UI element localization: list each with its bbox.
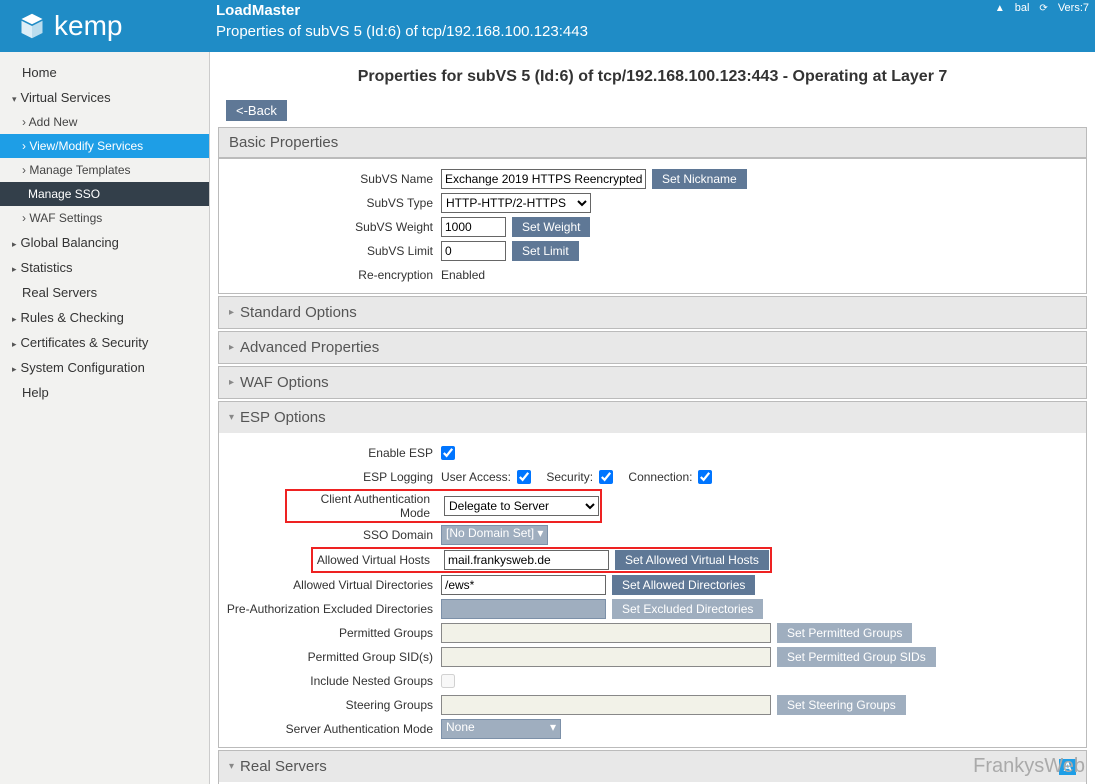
subvs-limit-input[interactable] bbox=[441, 241, 506, 261]
include-nested-groups-label: Include Nested Groups bbox=[223, 674, 441, 688]
sidebar-item-virtual-services[interactable]: Virtual Services bbox=[0, 85, 209, 110]
sidebar-item-home[interactable]: Home bbox=[0, 60, 209, 85]
kemp-logo-icon bbox=[18, 12, 46, 40]
reencryption-label: Re-encryption bbox=[223, 268, 441, 282]
enable-esp-label: Enable ESP bbox=[223, 446, 441, 460]
set-permitted-group-sids-button[interactable]: Set Permitted Group SIDs bbox=[777, 647, 936, 667]
set-excluded-dirs-button[interactable]: Set Excluded Directories bbox=[612, 599, 763, 619]
user-name: bal bbox=[1015, 2, 1030, 14]
set-permitted-groups-button[interactable]: Set Permitted Groups bbox=[777, 623, 912, 643]
sidebar-item-help[interactable]: Help bbox=[0, 380, 209, 405]
watermark: FrankysWeb bbox=[973, 755, 1085, 778]
chevron-right-icon: ▸ bbox=[229, 342, 234, 353]
enable-esp-checkbox[interactable] bbox=[441, 446, 455, 460]
sso-domain-label: SSO Domain bbox=[223, 528, 441, 542]
section-waf-header[interactable]: ▸WAF Options bbox=[218, 366, 1087, 399]
user-access-checkbox[interactable] bbox=[517, 470, 531, 484]
section-real-servers-header[interactable]: ▾Real Servers A bbox=[218, 750, 1087, 782]
set-steering-groups-button[interactable]: Set Steering Groups bbox=[777, 695, 906, 715]
subvs-name-input[interactable] bbox=[441, 169, 646, 189]
subvs-type-select[interactable]: HTTP-HTTP/2-HTTPS bbox=[441, 193, 591, 213]
sidebar-item-waf-settings[interactable]: WAF Settings bbox=[0, 206, 209, 230]
allowed-virtual-hosts-input[interactable] bbox=[444, 550, 609, 570]
sidebar-item-global-balancing[interactable]: Global Balancing bbox=[0, 230, 209, 255]
page-title: Properties for subVS 5 (Id:6) of tcp/192… bbox=[210, 68, 1095, 86]
permitted-groups-textarea[interactable] bbox=[441, 623, 771, 643]
client-auth-mode-label: Client Authentication Mode bbox=[288, 492, 438, 520]
sidebar-item-statistics[interactable]: Statistics bbox=[0, 255, 209, 280]
chevron-right-icon: ▸ bbox=[229, 307, 234, 318]
section-basic-header: Basic Properties bbox=[219, 128, 1086, 158]
section-esp-header[interactable]: ▾ESP Options bbox=[218, 401, 1087, 433]
sidebar-item-manage-sso[interactable]: Manage SSO bbox=[0, 182, 209, 206]
allowed-virtual-hosts-label: Allowed Virtual Hosts bbox=[314, 553, 438, 567]
chevron-down-icon: ▾ bbox=[229, 412, 234, 423]
sidebar: Home Virtual Services Add New View/Modif… bbox=[0, 52, 210, 784]
version-label: Vers:7 bbox=[1058, 2, 1089, 14]
connection-checkbox[interactable] bbox=[698, 470, 712, 484]
sidebar-item-add-new[interactable]: Add New bbox=[0, 110, 209, 134]
sidebar-item-certs-security[interactable]: Certificates & Security bbox=[0, 330, 209, 355]
brand-text: kemp bbox=[54, 10, 122, 42]
back-button[interactable]: <-Back bbox=[226, 100, 287, 121]
security-checkbox[interactable] bbox=[599, 470, 613, 484]
chevron-down-icon: ▾ bbox=[229, 761, 234, 772]
set-weight-button[interactable]: Set Weight bbox=[512, 217, 590, 237]
section-standard-header[interactable]: ▸Standard Options bbox=[218, 296, 1087, 329]
sidebar-item-manage-templates[interactable]: Manage Templates bbox=[0, 158, 209, 182]
sso-domain-select[interactable]: [No Domain Set] ▾ bbox=[441, 525, 548, 545]
preauth-excluded-dirs-input[interactable] bbox=[441, 599, 606, 619]
allowed-virtual-dirs-input[interactable] bbox=[441, 575, 606, 595]
allowed-virtual-dirs-label: Allowed Virtual Directories bbox=[223, 578, 441, 592]
permitted-group-sids-label: Permitted Group SID(s) bbox=[223, 650, 441, 664]
set-allowed-virtual-hosts-button[interactable]: Set Allowed Virtual Hosts bbox=[615, 550, 769, 570]
include-nested-groups-checkbox[interactable] bbox=[441, 674, 455, 688]
sidebar-item-rules-checking[interactable]: Rules & Checking bbox=[0, 305, 209, 330]
user-icon: ▲ bbox=[995, 3, 1005, 14]
security-label: Security: bbox=[546, 470, 593, 484]
set-limit-button[interactable]: Set Limit bbox=[512, 241, 579, 261]
subvs-weight-input[interactable] bbox=[441, 217, 506, 237]
set-nickname-button[interactable]: Set Nickname bbox=[652, 169, 747, 189]
esp-logging-label: ESP Logging bbox=[223, 470, 441, 484]
link-icon: ⟳ bbox=[1039, 3, 1047, 14]
subvs-type-label: SubVS Type bbox=[223, 196, 441, 210]
breadcrumb: Properties of subVS 5 (Id:6) of tcp/192.… bbox=[210, 23, 1095, 40]
reencryption-value: Enabled bbox=[441, 268, 485, 282]
sidebar-item-real-servers[interactable]: Real Servers bbox=[0, 280, 209, 305]
server-auth-mode-label: Server Authentication Mode bbox=[223, 722, 441, 736]
subvs-name-label: SubVS Name bbox=[223, 172, 441, 186]
permitted-groups-label: Permitted Groups bbox=[223, 626, 441, 640]
set-allowed-dirs-button[interactable]: Set Allowed Directories bbox=[612, 575, 755, 595]
subvs-limit-label: SubVS Limit bbox=[223, 244, 441, 258]
subvs-weight-label: SubVS Weight bbox=[223, 220, 441, 234]
sidebar-item-view-modify[interactable]: View/Modify Services bbox=[0, 134, 209, 158]
server-auth-mode-select[interactable]: None▾ bbox=[441, 719, 561, 739]
preauth-excluded-dirs-label: Pre-Authorization Excluded Directories bbox=[223, 602, 441, 616]
chevron-right-icon: ▸ bbox=[229, 377, 234, 388]
client-auth-mode-select[interactable]: Delegate to Server bbox=[444, 496, 599, 516]
sidebar-item-system-config[interactable]: System Configuration bbox=[0, 355, 209, 380]
permitted-group-sids-textarea[interactable] bbox=[441, 647, 771, 667]
app-title: LoadMaster bbox=[210, 2, 1095, 23]
steering-groups-textarea[interactable] bbox=[441, 695, 771, 715]
connection-label: Connection: bbox=[628, 470, 692, 484]
section-advanced-header[interactable]: ▸Advanced Properties bbox=[218, 331, 1087, 364]
steering-groups-label: Steering Groups bbox=[223, 698, 441, 712]
user-access-label: User Access: bbox=[441, 470, 511, 484]
